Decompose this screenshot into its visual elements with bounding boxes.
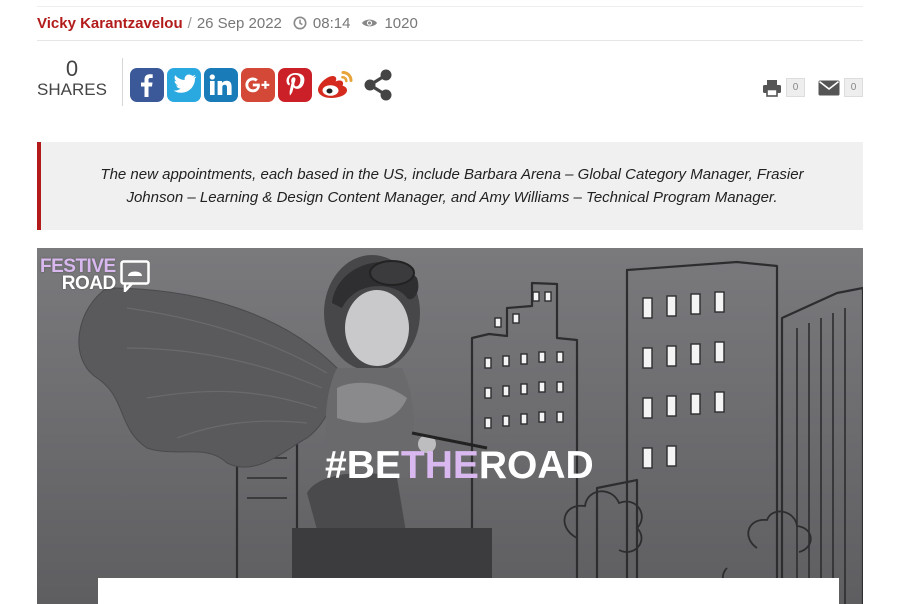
email-count: 0: [844, 78, 863, 97]
hero-illustration: [37, 248, 863, 604]
article-meta: Vicky Karantzavelou / 26 Sep 2022 08:14 …: [37, 13, 429, 33]
more-share-button[interactable]: [360, 67, 396, 103]
publish-time: 08:14: [293, 14, 351, 32]
summary-text: The new appointments, each based in the …: [100, 166, 804, 206]
share-divider: [122, 58, 123, 106]
time-value: 08:14: [312, 14, 351, 32]
top-divider: [37, 6, 863, 7]
festive-road-logo: FESTIVE ROAD: [40, 257, 150, 294]
share-label: SHARES: [37, 80, 107, 99]
weibo-share-button[interactable]: [316, 68, 354, 102]
meta-separator: /: [187, 14, 192, 32]
google-plus-share-button[interactable]: [241, 68, 275, 102]
share-count: 0: [65, 56, 79, 81]
views-value: 1020: [384, 14, 418, 32]
hero-image: FESTIVE ROAD #BETHEROAD: [37, 248, 863, 604]
weibo-icon: [318, 71, 353, 98]
print-count: 0: [786, 78, 805, 97]
tagline-part-2: THE: [400, 444, 479, 487]
twitter-share-button[interactable]: [167, 68, 201, 102]
hero-tagline: #BETHEROAD: [325, 444, 594, 488]
linkedin-share-button[interactable]: [204, 68, 238, 102]
pinterest-share-button[interactable]: [278, 68, 312, 102]
google-plus-icon: [245, 77, 270, 93]
facebook-icon: [141, 74, 153, 97]
logo-line-2: ROAD: [61, 273, 116, 294]
print-button[interactable]: 0: [762, 78, 805, 97]
hero-overlay-card: [98, 578, 839, 604]
article-summary: The new appointments, each based in the …: [37, 142, 863, 230]
printer-icon: [763, 79, 781, 97]
social-share-bar: [130, 67, 396, 103]
facebook-share-button[interactable]: [130, 68, 164, 102]
view-count: 1020: [361, 14, 418, 32]
speech-bubble-icon: [119, 260, 150, 292]
share-icon: [364, 69, 392, 101]
share-counter: 0 SHARES: [37, 58, 107, 100]
publish-date: 26 Sep 2022: [196, 14, 282, 32]
tagline-part-1: #BE: [325, 444, 401, 487]
eye-icon: [362, 19, 378, 27]
clock-icon: [293, 16, 307, 30]
envelope-icon: [818, 80, 840, 95]
email-button[interactable]: 0: [818, 78, 863, 97]
meta-divider: [37, 40, 863, 41]
twitter-icon: [173, 74, 197, 93]
author-link[interactable]: Vicky Karantzavelou: [37, 15, 183, 32]
linkedin-icon: [209, 74, 232, 95]
pinterest-icon: [286, 73, 305, 96]
tagline-part-3: ROAD: [478, 444, 594, 487]
